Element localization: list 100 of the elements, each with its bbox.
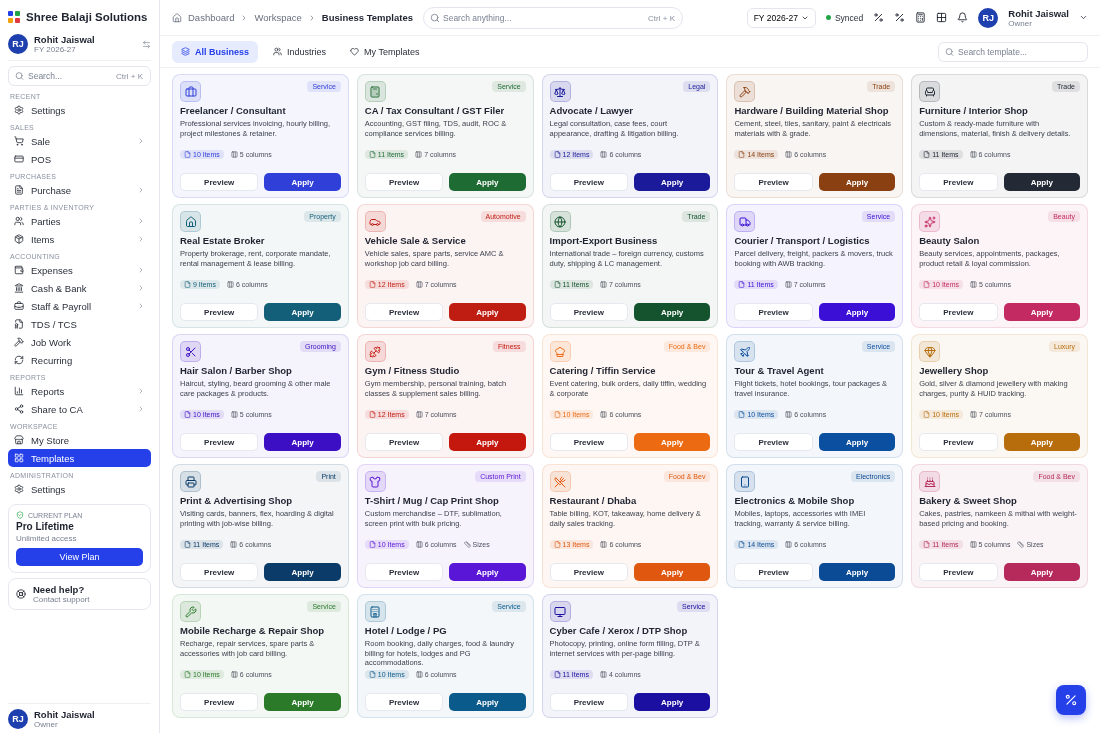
preview-button[interactable]: Preview (919, 433, 998, 451)
help-subtitle: Contact support (33, 595, 91, 604)
document-icon (14, 185, 24, 195)
plan-name: Pro Lifetime (16, 521, 75, 532)
apply-button[interactable]: Apply (449, 303, 526, 321)
apply-button[interactable]: Apply (449, 693, 526, 711)
apply-button[interactable]: Apply (1003, 433, 1080, 451)
preview-button[interactable]: Preview (549, 433, 628, 451)
nav-item[interactable]: Expenses (8, 261, 151, 279)
preview-button[interactable]: Preview (364, 563, 444, 581)
apply-button[interactable]: Apply (634, 563, 711, 581)
breadcrumb-link[interactable]: Workspace (254, 12, 302, 23)
preview-button[interactable]: Preview (364, 433, 444, 451)
nav-item[interactable]: Share to CA (8, 400, 151, 418)
apply-button[interactable]: Apply (449, 563, 526, 581)
nav-item[interactable]: Items (8, 230, 151, 248)
preview-button[interactable]: Preview (180, 563, 259, 581)
nav-item[interactable]: Settings (8, 101, 151, 119)
apply-button[interactable]: Apply (1003, 173, 1080, 191)
apply-button[interactable]: Apply (449, 433, 526, 451)
apply-button[interactable]: Apply (818, 303, 896, 321)
preview-button[interactable]: Preview (180, 693, 259, 711)
nav-item[interactable]: Templates (8, 449, 151, 467)
preview-button[interactable]: Preview (919, 563, 998, 581)
apply-button[interactable]: Apply (818, 563, 896, 581)
apply-button[interactable]: Apply (818, 173, 896, 191)
grid-icon[interactable] (936, 12, 948, 23)
preview-button[interactable]: Preview (180, 433, 259, 451)
columns-icon (415, 151, 423, 158)
shortcut-hint: Ctrl + K (116, 71, 143, 81)
preview-button[interactable]: Preview (549, 693, 628, 711)
tab[interactable]: All Business (172, 40, 259, 63)
columns-icon (785, 541, 793, 548)
nav-item[interactable]: POS (8, 150, 151, 168)
apply-button[interactable]: Apply (1003, 563, 1080, 581)
preview-button[interactable]: Preview (734, 303, 813, 321)
template-title: Vehicle Sale & Service (364, 235, 467, 246)
tab[interactable]: Industries (264, 40, 336, 63)
breadcrumb-link[interactable]: Dashboard (188, 12, 235, 23)
preview-button[interactable]: Preview (919, 173, 998, 191)
preview-button[interactable]: Preview (734, 563, 813, 581)
preview-button[interactable]: Preview (549, 563, 628, 581)
template-title: Jewellery Shop (919, 365, 990, 376)
nav-item[interactable]: Recurring (8, 351, 151, 369)
breadcrumb-link[interactable]: Business Templates (321, 12, 413, 23)
preview-button[interactable]: Preview (364, 303, 444, 321)
preview-button[interactable]: Preview (364, 693, 444, 711)
percent-button[interactable] (1056, 685, 1086, 715)
apply-button[interactable]: Apply (818, 433, 896, 451)
package-icon (14, 234, 24, 244)
nav-item[interactable]: Job Work (8, 333, 151, 351)
columns-icon (600, 411, 608, 418)
apply-button[interactable]: Apply (264, 563, 341, 581)
apply-button[interactable]: Apply (264, 173, 341, 191)
search-field[interactable]: Search template... (938, 41, 1088, 62)
preview-button[interactable]: Preview (549, 173, 628, 191)
view-plan-button[interactable]: View Plan (16, 548, 143, 566)
apply-button[interactable]: Apply (264, 303, 341, 321)
file-icon (923, 281, 931, 288)
columns-icon (226, 281, 234, 288)
apply-button[interactable]: Apply (1003, 303, 1080, 321)
apply-button[interactable]: Apply (634, 173, 711, 191)
calculator-icon[interactable] (915, 12, 927, 23)
percent-icon[interactable] (894, 12, 906, 23)
user-avatar[interactable]: RJ (978, 7, 999, 28)
chevron-icon[interactable] (1079, 13, 1088, 22)
preview-button[interactable]: Preview (364, 173, 444, 191)
nav-item[interactable]: Purchase (8, 181, 151, 199)
nav-item[interactable]: TDS / TCS (8, 315, 151, 333)
apply-button[interactable]: Apply (264, 693, 341, 711)
fiscal-year: FY 2026-27 (34, 45, 77, 54)
preview-button[interactable]: Preview (734, 433, 813, 451)
columns-icon (969, 151, 977, 158)
nav-item[interactable]: Sale (8, 132, 151, 150)
template-title: Tour & Travel Agent (734, 365, 825, 376)
nav-item[interactable]: Cash & Bank (8, 279, 151, 297)
bell-icon[interactable] (957, 12, 969, 23)
fiscal-year-dropdown[interactable]: FY 2026-27 (746, 7, 816, 28)
columns-icon (230, 151, 238, 158)
apply-button[interactable]: Apply (634, 693, 711, 711)
apply-button[interactable]: Apply (634, 303, 711, 321)
nav-item[interactable]: Reports (8, 382, 151, 400)
nav-item[interactable]: Staff & Payroll (8, 297, 151, 315)
file-icon (738, 411, 746, 418)
nav-item[interactable]: Settings (8, 480, 151, 498)
apply-button[interactable]: Apply (449, 173, 526, 191)
switch-icon[interactable] (142, 39, 151, 49)
file-icon (184, 411, 191, 418)
nav-item[interactable]: Parties (8, 212, 151, 230)
help-card[interactable]: Need help? Contact support (8, 578, 151, 610)
preview-button[interactable]: Preview (734, 173, 813, 191)
preview-button[interactable]: Preview (549, 303, 628, 321)
nav-item[interactable]: My Store (8, 431, 151, 449)
preview-button[interactable]: Preview (180, 173, 259, 191)
preview-button[interactable]: Preview (919, 303, 998, 321)
apply-button[interactable]: Apply (264, 433, 341, 451)
preview-button[interactable]: Preview (180, 303, 259, 321)
tab[interactable]: My Templates (341, 40, 429, 63)
bar-chart-icon (14, 386, 24, 396)
percent-icon[interactable] (873, 12, 885, 23)
